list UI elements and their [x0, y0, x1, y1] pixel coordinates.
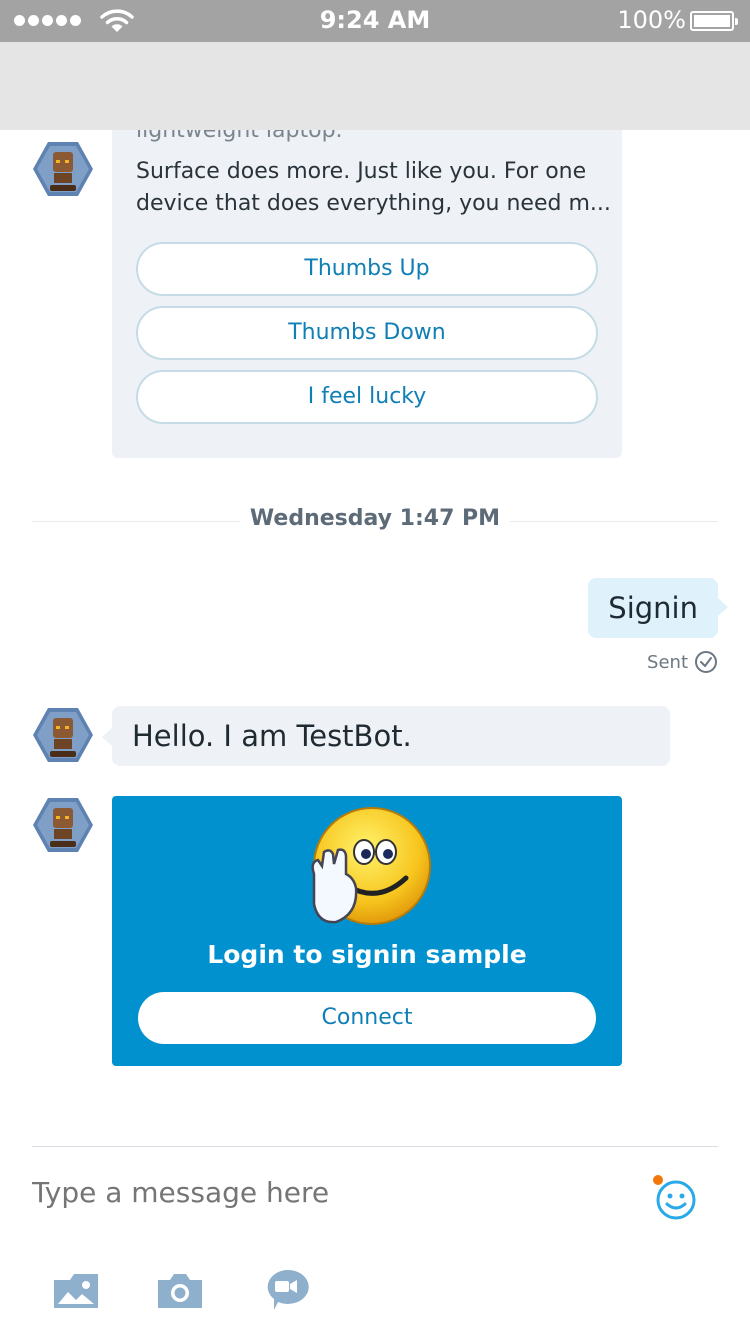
navigation-bar: [0, 42, 750, 130]
connect-button[interactable]: Connect: [138, 992, 596, 1044]
thumbs-up-button[interactable]: Thumbs Up: [136, 242, 598, 296]
incoming-message[interactable]: Hello. I am TestBot.: [102, 706, 670, 766]
composer-divider: [32, 1146, 718, 1147]
status-bar: 9:24 AM 100%: [0, 0, 750, 42]
bot-avatar-icon: [33, 708, 93, 762]
signin-card-title: Login to signin sample: [207, 940, 527, 969]
bot-avatar-icon: [33, 142, 93, 196]
bot-avatar-icon: [33, 798, 93, 852]
thumbs-down-button[interactable]: Thumbs Down: [136, 306, 598, 360]
battery-percentage: 100%: [617, 6, 686, 34]
message-status: Sent: [647, 650, 718, 674]
emoticon-icon[interactable]: [650, 1174, 698, 1222]
message-input[interactable]: [32, 1176, 592, 1209]
feel-lucky-button[interactable]: I feel lucky: [136, 370, 598, 424]
card-description: Surface does more. Just like you. For on…: [136, 159, 611, 216]
battery-icon: [690, 11, 738, 31]
camera-icon[interactable]: [156, 1268, 204, 1312]
outgoing-message[interactable]: Signin: [588, 578, 728, 638]
chat-history[interactable]: lightweight laptop. Surface does more. J…: [0, 130, 750, 1140]
image-gallery-icon[interactable]: [52, 1268, 100, 1312]
product-card: lightweight laptop. Surface does more. J…: [112, 130, 622, 458]
card-text-partial: lightweight laptop.: [136, 130, 343, 143]
sent-check-icon: [695, 651, 717, 673]
signin-card: Login to signin sample Connect: [112, 796, 622, 1066]
waving-emoticon-icon: [311, 807, 431, 925]
date-divider: Wednesday 1:47 PM: [32, 504, 718, 538]
video-message-icon[interactable]: [262, 1268, 310, 1312]
